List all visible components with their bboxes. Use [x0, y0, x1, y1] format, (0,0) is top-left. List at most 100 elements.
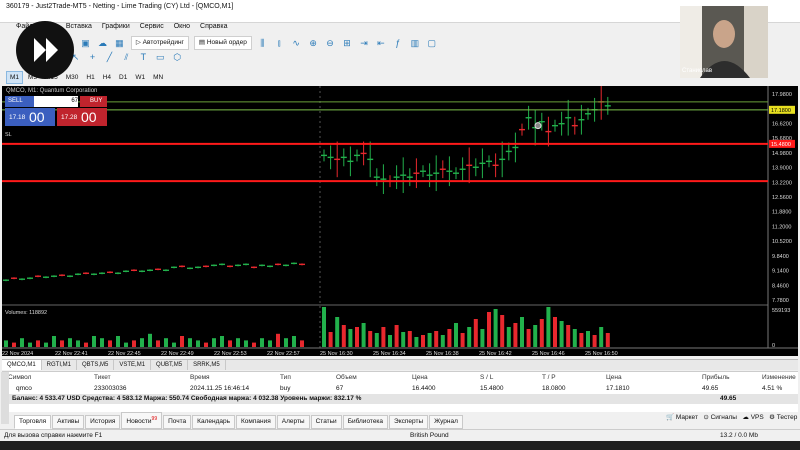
buy-price-big: 00 — [81, 109, 97, 125]
positions-header-2[interactable]: Время — [190, 374, 210, 381]
price-chart[interactable]: 17.980017.180016.620015.680014.980013.90… — [2, 84, 798, 357]
volume-bar — [116, 336, 120, 347]
chart-tab-2[interactable]: QBTS,M5 — [77, 360, 115, 370]
sell-price[interactable]: 17.18 00 — [5, 108, 55, 126]
templates-icon[interactable]: ▥ — [409, 38, 420, 49]
volume-bar — [44, 342, 48, 347]
chart-tab-0[interactable]: QMCO,M1 — [2, 360, 42, 370]
text-tool-icon[interactable]: T — [138, 52, 149, 63]
positions-cell-profit: 49.65 — [702, 385, 719, 392]
market-link[interactable]: 🛒 Маркет — [666, 414, 698, 421]
menu-item-3[interactable]: Графики — [102, 23, 130, 30]
lock-icon[interactable]: ▣ — [80, 38, 91, 49]
time-tick-label: 25 Nov 16:46 — [532, 351, 565, 356]
toolbox-tab-5[interactable]: Календарь — [192, 415, 235, 430]
price-tick-label: 13.9000 — [772, 166, 792, 172]
positions-header-6[interactable]: S / L — [480, 374, 493, 381]
timeframe-h4[interactable]: H4 — [100, 72, 114, 83]
chart-tab-4[interactable]: QUBT,M5 — [151, 360, 189, 370]
positions-header-1[interactable]: Тикет — [94, 374, 111, 381]
zoom-out-icon[interactable]: ⊖ — [325, 38, 336, 49]
toolbox-tab-2[interactable]: История — [85, 415, 121, 430]
sell-button[interactable]: SELL — [5, 96, 35, 107]
vps-link[interactable]: ☁ VPS — [742, 414, 763, 421]
menu-bar: ФайлВидВставкаГрафикиСервисОкноСправка — [0, 22, 680, 34]
toolbox-tab-10[interactable]: Эксперты — [389, 415, 429, 430]
positions-header-10[interactable]: Изменение — [762, 374, 796, 381]
line-chart-icon[interactable]: ∿ — [291, 38, 302, 49]
algo-trading-button[interactable]: ▷ Автотрейдинг — [130, 36, 189, 50]
timeframe-w1[interactable]: W1 — [132, 72, 148, 83]
menu-item-6[interactable]: Справка — [200, 23, 227, 30]
chart-canvas[interactable]: 17.980017.180016.620015.680014.980013.90… — [2, 84, 798, 357]
volume-scale-label: 559193 — [772, 308, 790, 314]
toolbox-tab-0[interactable]: Торговля — [14, 415, 52, 430]
volume-bar — [164, 338, 168, 347]
positions-header-3[interactable]: Тип — [280, 374, 291, 381]
toolbox-side-tab[interactable] — [1, 372, 9, 424]
timeframe-h1[interactable]: H1 — [83, 72, 97, 83]
volume-bar — [335, 317, 340, 347]
video-play-overlay[interactable] — [16, 21, 74, 79]
webcam-overlay: Станислав — [680, 6, 768, 78]
zoom-in-icon[interactable]: ⊕ — [308, 38, 319, 49]
toolbox-tab-3[interactable]: Новости99 — [121, 412, 163, 430]
tester-link[interactable]: ⚙ Тестер — [769, 414, 797, 421]
volume-bar — [252, 342, 256, 347]
new-order-button[interactable]: ▤ Новый ордер — [193, 36, 252, 50]
toolbox-tab-6[interactable]: Компания — [235, 415, 276, 430]
price-tick-label: 11.2000 — [772, 224, 791, 230]
indicators-icon[interactable]: ƒ — [392, 38, 403, 49]
screenshot-icon[interactable]: ▢ — [426, 38, 437, 49]
label-tool-icon[interactable]: ▭ — [155, 52, 166, 63]
volume-bar — [394, 325, 399, 347]
scroll-chart-icon[interactable]: ⇥ — [358, 38, 369, 49]
trendline-icon[interactable]: ╱ — [104, 52, 115, 63]
channel-icon[interactable]: ⫽ — [121, 52, 132, 63]
positions-header-7[interactable]: T / P — [542, 374, 556, 381]
toolbox-tab-7[interactable]: Алерты — [276, 415, 310, 430]
chart-tab-1[interactable]: RGTI,M1 — [42, 360, 78, 370]
grid-icon[interactable]: ▦ — [114, 38, 125, 49]
menu-item-5[interactable]: Окно — [174, 23, 190, 30]
candle-chart-icon[interactable]: ⫾ — [274, 38, 285, 49]
toolbox-tab-8[interactable]: Статьи — [310, 415, 342, 430]
menu-item-4[interactable]: Сервис — [140, 23, 164, 30]
chart-tab-5[interactable]: SRRK,M5 — [188, 360, 226, 370]
shapes-icon[interactable]: ⬡ — [172, 52, 183, 63]
positions-header-9[interactable]: Прибыль — [702, 374, 730, 381]
buy-button[interactable]: BUY — [80, 96, 107, 107]
lot-input[interactable]: 67 — [34, 96, 78, 107]
volume-bar — [374, 333, 379, 347]
toolbox-tab-1[interactable]: Активы — [52, 415, 85, 430]
news-badge: 99 — [151, 416, 158, 422]
signals-link[interactable]: ⊙ Сигналы — [703, 414, 737, 421]
toolbox-tab-9[interactable]: Библиотека — [342, 415, 389, 430]
timeframe-d1[interactable]: D1 — [116, 72, 130, 83]
buy-price-small: 17.28 — [61, 114, 78, 121]
tile-windows-icon[interactable]: ⊞ — [342, 38, 353, 49]
volume-bar — [566, 325, 571, 347]
positions-header-5[interactable]: Цена — [412, 374, 428, 381]
cloud-icon[interactable]: ☁ — [97, 38, 108, 49]
shift-chart-icon[interactable]: ⇤ — [375, 38, 386, 49]
total-profit: 49.65 — [720, 395, 737, 402]
toolbox-tab-4[interactable]: Почта — [163, 415, 192, 430]
chart-tab-3[interactable]: VSTE,M1 — [114, 360, 152, 370]
volume-bar — [546, 307, 551, 347]
volume-bar — [447, 329, 452, 347]
timeframe-mn[interactable]: MN — [150, 72, 166, 83]
volume-bar — [292, 336, 296, 347]
positions-header-0[interactable]: Символ — [8, 374, 31, 381]
crosshair-icon[interactable]: + — [87, 52, 98, 63]
volume-bar — [427, 333, 432, 347]
positions-header-4[interactable]: Объем — [336, 374, 357, 381]
fast-forward-icon — [34, 38, 58, 62]
window-title: 360179 - Just2Trade-MT5 - Netting - Lime… — [6, 3, 234, 10]
volume-bar — [500, 315, 505, 347]
positions-header-8[interactable]: Цена — [606, 374, 622, 381]
bar-chart-icon[interactable]: ⫼ — [257, 38, 268, 49]
volume-label: Volumes: 118892 — [5, 310, 47, 316]
toolbox-tab-11[interactable]: Журнал — [429, 415, 463, 430]
buy-price[interactable]: 17.28 00 — [57, 108, 107, 126]
